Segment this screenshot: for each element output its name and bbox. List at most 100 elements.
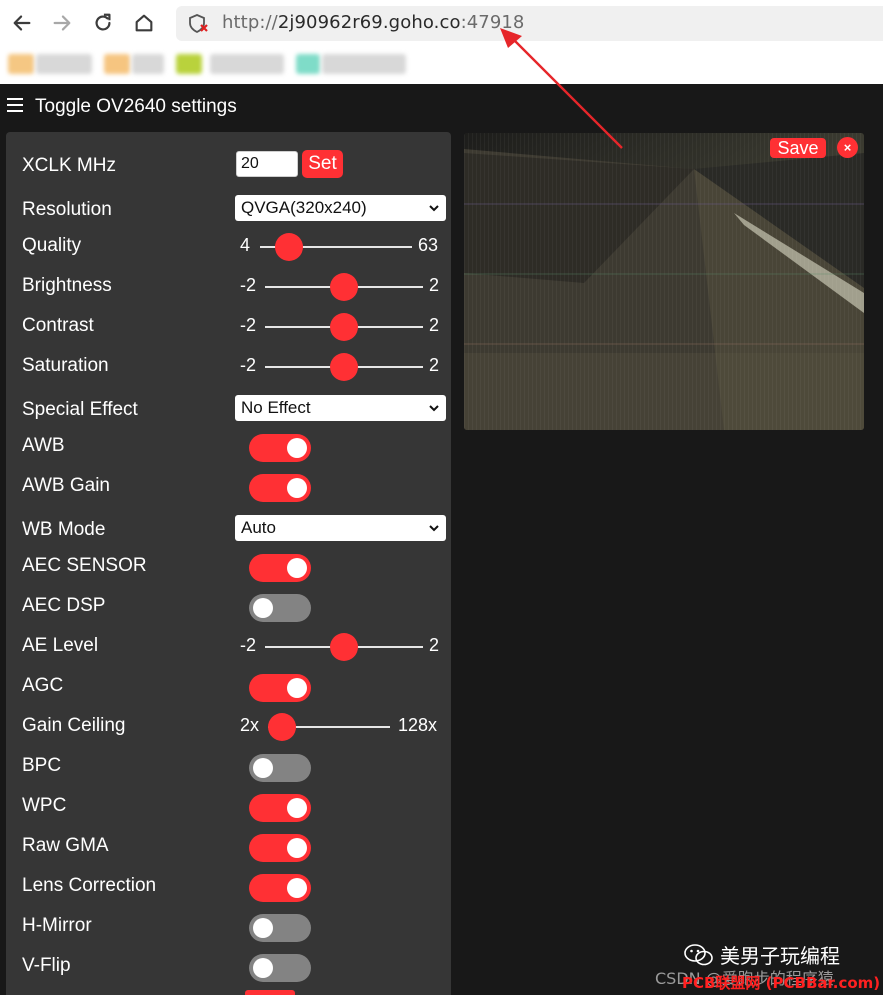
setting-h-mirror: H-Mirror bbox=[22, 908, 452, 948]
aec-sensor-label: AEC SENSOR bbox=[22, 555, 147, 576]
contrast-thumb[interactable] bbox=[330, 313, 358, 341]
reload-icon[interactable] bbox=[90, 10, 116, 36]
bookmark-favicon[interactable] bbox=[8, 54, 34, 74]
wb-mode-label: WB Mode bbox=[22, 519, 106, 540]
quality-label: Quality bbox=[22, 235, 82, 256]
setting-quality: Quality 4 63 bbox=[22, 228, 452, 268]
setting-awb: AWB bbox=[22, 428, 452, 468]
bookmark-favicon[interactable] bbox=[176, 54, 202, 74]
wpc-label: WPC bbox=[22, 795, 67, 816]
bookmark-label-blurred[interactable] bbox=[322, 54, 406, 74]
gain-ceiling-min: 2x bbox=[240, 715, 260, 735]
saturation-max: 2 bbox=[429, 355, 440, 375]
resolution-value: QVGA(320x240) bbox=[241, 198, 367, 217]
chevron-down-icon bbox=[429, 205, 439, 212]
setting-special-effect: Special Effect No Effect bbox=[22, 392, 452, 432]
resolution-label: Resolution bbox=[22, 199, 112, 220]
setting-lens-correction: Lens Correction bbox=[22, 868, 452, 908]
agc-label: AGC bbox=[22, 675, 64, 696]
bpc-toggle[interactable] bbox=[249, 754, 311, 782]
special-effect-value: No Effect bbox=[241, 398, 311, 417]
v-flip-label: V-Flip bbox=[22, 955, 71, 976]
quality-min: 4 bbox=[240, 235, 251, 255]
raw-gma-label: Raw GMA bbox=[22, 835, 109, 856]
h-mirror-toggle[interactable] bbox=[249, 914, 311, 942]
wechat-icon bbox=[684, 944, 713, 966]
gain-ceiling-thumb[interactable] bbox=[268, 713, 296, 741]
setting-bpc: BPC bbox=[22, 748, 452, 788]
setting-awb-gain: AWB Gain bbox=[22, 468, 452, 508]
h-mirror-label: H-Mirror bbox=[22, 915, 92, 936]
quality-max: 63 bbox=[418, 235, 439, 255]
contrast-max: 2 bbox=[429, 315, 440, 335]
v-flip-toggle[interactable] bbox=[249, 954, 311, 982]
url-text[interactable]: http://2j90962r69.goho.co:47918 bbox=[222, 12, 525, 33]
awb-gain-toggle[interactable] bbox=[249, 474, 311, 502]
setting-wpc: WPC bbox=[22, 788, 452, 828]
xclk-label: XCLK MHz bbox=[22, 155, 116, 176]
setting-gain-ceiling: Gain Ceiling 2x 128x bbox=[22, 708, 452, 748]
ae-level-thumb[interactable] bbox=[330, 633, 358, 661]
resolution-select[interactable]: QVGA(320x240) bbox=[235, 195, 446, 221]
gain-ceiling-max: 128x bbox=[398, 715, 438, 735]
bookmark-favicon[interactable] bbox=[104, 54, 130, 74]
quality-thumb[interactable] bbox=[275, 233, 303, 261]
aec-dsp-toggle[interactable] bbox=[249, 594, 311, 622]
xclk-set-button[interactable]: Set bbox=[302, 150, 343, 178]
setting-aec-sensor: AEC SENSOR bbox=[22, 548, 452, 588]
browser-toolbar: http://2j90962r69.goho.co:47918 bbox=[0, 0, 883, 84]
chevron-down-icon bbox=[429, 405, 439, 412]
saturation-thumb[interactable] bbox=[330, 353, 358, 381]
bookmarks-bar bbox=[0, 46, 883, 82]
setting-v-flip: V-Flip bbox=[22, 948, 452, 988]
wb-mode-select[interactable]: Auto bbox=[235, 515, 446, 541]
hamburger-icon[interactable] bbox=[7, 98, 23, 112]
save-still-button[interactable]: Save bbox=[770, 138, 826, 158]
bookmark-label-blurred[interactable] bbox=[210, 54, 284, 74]
bookmark-label-blurred[interactable] bbox=[36, 54, 92, 74]
insecure-shield-icon[interactable] bbox=[188, 14, 210, 34]
saturation-min: -2 bbox=[240, 355, 257, 375]
camera-stream-image bbox=[464, 133, 864, 430]
setting-aec-dsp: AEC DSP bbox=[22, 588, 452, 628]
forward-icon[interactable] bbox=[49, 10, 75, 36]
brightness-label: Brightness bbox=[22, 275, 112, 296]
brightness-min: -2 bbox=[240, 275, 257, 295]
bookmark-favicon[interactable] bbox=[296, 54, 320, 74]
ae-level-min: -2 bbox=[240, 635, 257, 655]
gain-ceiling-label: Gain Ceiling bbox=[22, 715, 126, 736]
setting-resolution: Resolution QVGA(320x240) bbox=[22, 192, 452, 232]
setting-contrast: Contrast -2 2 bbox=[22, 308, 452, 348]
awb-toggle[interactable] bbox=[249, 434, 311, 462]
bookmark-label-blurred[interactable] bbox=[132, 54, 164, 74]
brightness-thumb[interactable] bbox=[330, 273, 358, 301]
settings-panel: XCLK MHz 20 Set Resolution QVGA(320x240)… bbox=[6, 132, 451, 995]
next-toggle-partial[interactable] bbox=[245, 990, 295, 995]
back-icon[interactable] bbox=[9, 10, 35, 36]
special-effect-label: Special Effect bbox=[22, 399, 138, 420]
setting-raw-gma: Raw GMA bbox=[22, 828, 452, 868]
home-icon[interactable] bbox=[131, 10, 157, 36]
xclk-input[interactable]: 20 bbox=[236, 151, 298, 177]
special-effect-select[interactable]: No Effect bbox=[235, 395, 446, 421]
wpc-toggle[interactable] bbox=[249, 794, 311, 822]
wb-mode-value: Auto bbox=[241, 518, 276, 537]
raw-gma-toggle[interactable] bbox=[249, 834, 311, 862]
close-stream-icon[interactable]: × bbox=[837, 137, 858, 158]
annotation-arrow-icon bbox=[500, 28, 623, 149]
lens-correction-label: Lens Correction bbox=[22, 875, 157, 896]
setting-brightness: Brightness -2 2 bbox=[22, 268, 452, 308]
toggle-settings-label[interactable]: Toggle OV2640 settings bbox=[35, 96, 237, 118]
contrast-min: -2 bbox=[240, 315, 257, 335]
contrast-label: Contrast bbox=[22, 315, 94, 336]
saturation-label: Saturation bbox=[22, 355, 109, 376]
setting-agc: AGC bbox=[22, 668, 452, 708]
bpc-label: BPC bbox=[22, 755, 62, 776]
aec-sensor-toggle[interactable] bbox=[249, 554, 311, 582]
awb-label: AWB bbox=[22, 435, 65, 456]
agc-toggle[interactable] bbox=[249, 674, 311, 702]
setting-wb-mode: WB Mode Auto bbox=[22, 512, 452, 552]
awb-gain-label: AWB Gain bbox=[22, 475, 110, 496]
setting-xclk: XCLK MHz 20 Set bbox=[22, 148, 452, 188]
lens-correction-toggle[interactable] bbox=[249, 874, 311, 902]
